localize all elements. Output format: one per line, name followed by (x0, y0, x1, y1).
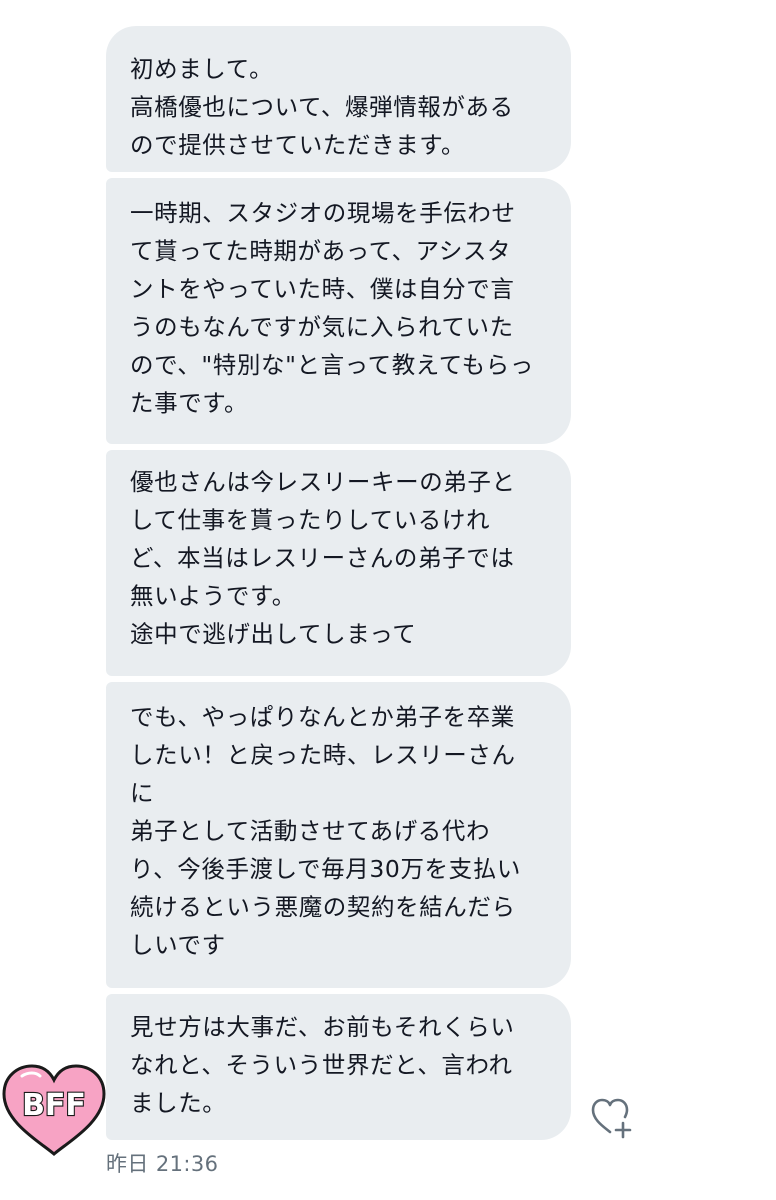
message-bubble[interactable]: でも、やっぱりなんとか弟子を卒業 したい！と戻った時、レスリーさん に 弟子とし… (106, 682, 571, 988)
like-button[interactable] (590, 1097, 636, 1139)
message-bubble[interactable]: 初めまして。 高橋優也について、爆弾情報がある ので提供させていただきます。 (106, 26, 571, 172)
message-bubble[interactable]: 一時期、スタジオの現場を手伝わせ て貰ってた時期があって、アシスタ ントをやって… (106, 178, 571, 444)
message-timestamp: 昨日 21:36 (106, 1152, 219, 1176)
avatar-label: BFF (22, 1088, 86, 1123)
heart-plus-icon (591, 1098, 632, 1139)
message-bubble[interactable]: 見せ方は大事だ、お前もそれくらい なれと、そういう世界だと、言われ ました。 (106, 994, 571, 1140)
message-bubble[interactable]: 優也さんは今レスリーキーの弟子と して仕事を貰ったりしているけれ ど、本当はレス… (106, 450, 571, 676)
bff-heart-avatar: BFF (2, 1064, 106, 1156)
avatar[interactable]: BFF (0, 1060, 108, 1160)
dm-thread: 初めまして。 高橋優也について、爆弾情報がある ので提供させていただきます。 一… (0, 0, 776, 1200)
